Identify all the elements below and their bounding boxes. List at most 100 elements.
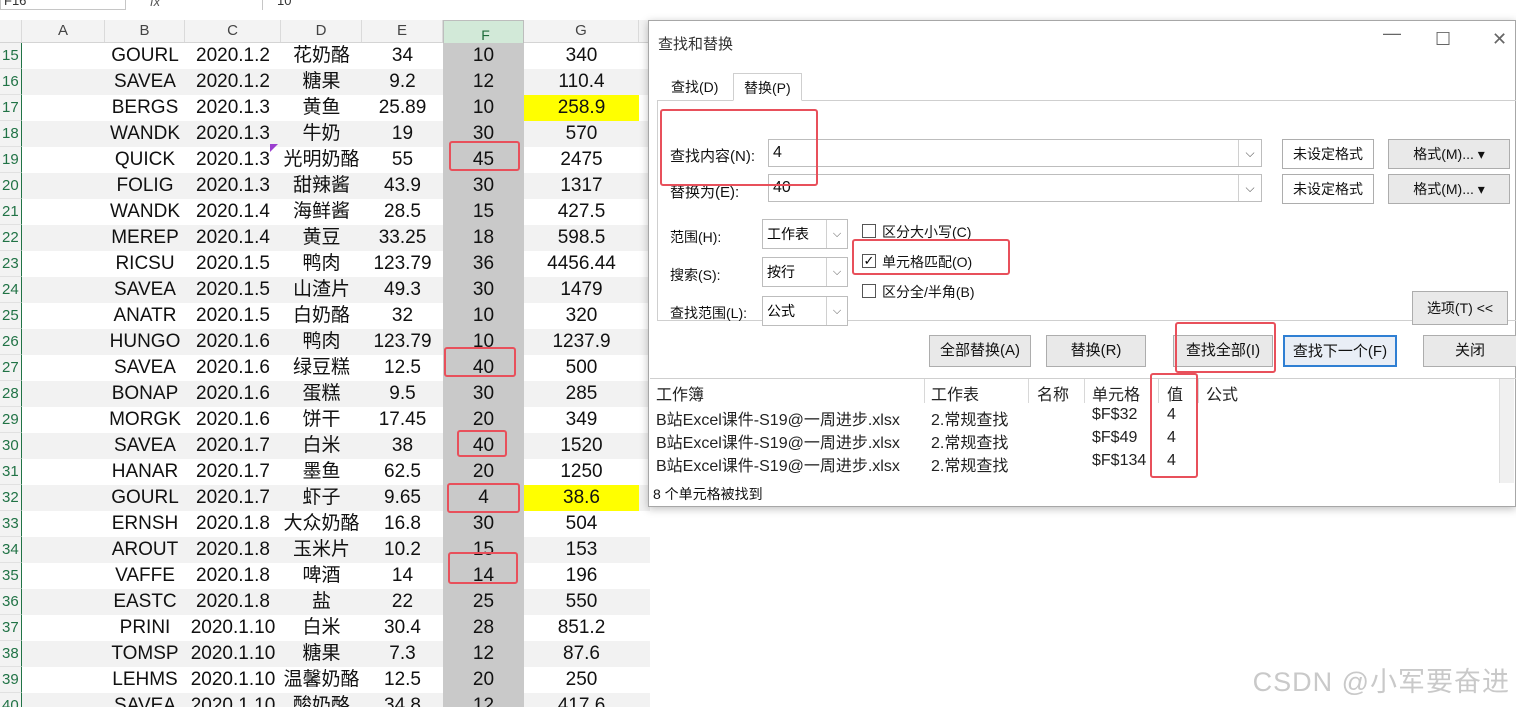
column-header-b[interactable]: B [105,20,185,42]
cell-f[interactable]: 36 [443,251,524,277]
cell-d[interactable]: 玉米片 [281,537,362,563]
cell-f[interactable]: 25 [443,589,524,615]
cell-d[interactable]: 山渣片 [281,277,362,303]
row-header[interactable]: 40 [0,693,22,707]
result-sheet[interactable]: 2.常规查找 [931,452,1008,476]
chevron-down-icon[interactable]: ⌵ [1238,175,1261,201]
cell-g[interactable]: 550 [524,589,639,615]
cell-f[interactable]: 30 [443,173,524,199]
cell-g[interactable]: 1237.9 [524,329,639,355]
cell-b[interactable]: RICSU [105,251,185,277]
result-header-formula[interactable]: 公式 [1206,381,1238,405]
cell-d[interactable]: 糖果 [281,69,362,95]
cell-g[interactable]: 4456.44 [524,251,639,277]
cell-d[interactable]: 牛奶 [281,121,362,147]
cell-b[interactable]: WANDK [105,199,185,225]
cell-g[interactable]: 1317 [524,173,639,199]
cell-e[interactable]: 34.8 [362,693,443,707]
chevron-down-icon[interactable]: ⌵ [1238,140,1261,166]
row-header[interactable]: 18 [0,121,22,147]
result-sheet[interactable]: 2.常规查找 [931,429,1008,453]
search-select[interactable]: 按行 ⌵ [762,257,848,287]
cell-e[interactable]: 33.25 [362,225,443,251]
cell-g[interactable]: 250 [524,667,639,693]
maximize-icon[interactable]: ☐ [1435,29,1451,50]
cell-e[interactable]: 32 [362,303,443,329]
cell-e[interactable]: 9.2 [362,69,443,95]
cell-c[interactable]: 2020.1.6 [185,407,281,433]
cell-c[interactable]: 2020.1.10 [185,693,281,707]
row-header[interactable]: 22 [0,225,22,251]
result-book[interactable]: B站Excel课件-S19@一周进步.xlsx [656,406,900,430]
cell-e[interactable]: 123.79 [362,251,443,277]
cell-b[interactable]: GOURL [105,485,185,511]
cell-e[interactable]: 19 [362,121,443,147]
cell-c[interactable]: 2020.1.2 [185,69,281,95]
column-header-g[interactable]: G [524,20,639,42]
row-header[interactable]: 25 [0,303,22,329]
cell-c[interactable]: 2020.1.6 [185,329,281,355]
result-sheet[interactable]: 2.常规查找 [931,406,1008,430]
cell-g[interactable]: 258.9 [524,95,639,121]
cell-d[interactable]: 糖果 [281,641,362,667]
cell-f[interactable]: 10 [443,303,524,329]
cell-c[interactable]: 2020.1.4 [185,199,281,225]
close-button[interactable]: 关闭 [1423,335,1516,367]
match-width-checkbox[interactable] [862,284,876,298]
cell-c[interactable]: 2020.1.7 [185,459,281,485]
cell-b[interactable]: HUNGO [105,329,185,355]
cell-b[interactable]: MORGK [105,407,185,433]
cell-c[interactable]: 2020.1.4 [185,225,281,251]
cell-d[interactable]: 墨鱼 [281,459,362,485]
row-header[interactable]: 19 [0,147,22,173]
results-scrollbar[interactable] [1499,379,1514,483]
cell-g[interactable]: 598.5 [524,225,639,251]
fx-icon[interactable]: fx [150,0,160,9]
cell-c[interactable]: 2020.1.3 [185,121,281,147]
cell-b[interactable]: MEREP [105,225,185,251]
cell-d[interactable]: 大众奶酪 [281,511,362,537]
cell-e[interactable]: 12.5 [362,355,443,381]
cell-b[interactable]: FOLIG [105,173,185,199]
name-box[interactable]: F16 [0,0,126,10]
cell-d[interactable]: 蛋糕 [281,381,362,407]
cell-c[interactable]: 2020.1.6 [185,355,281,381]
cell-e[interactable]: 7.3 [362,641,443,667]
cell-g[interactable]: 500 [524,355,639,381]
cell-c[interactable]: 2020.1.7 [185,433,281,459]
tab-replace[interactable]: 替换(P) [733,73,802,101]
cell-b[interactable]: WANDK [105,121,185,147]
column-header-d[interactable]: D [281,20,362,42]
cell-e[interactable]: 16.8 [362,511,443,537]
cell-e[interactable]: 123.79 [362,329,443,355]
cell-b[interactable]: SAVEA [105,69,185,95]
cell-g[interactable]: 196 [524,563,639,589]
cell-d[interactable]: 鸭肉 [281,329,362,355]
cell-c[interactable]: 2020.1.3 [185,147,281,173]
row-header[interactable]: 29 [0,407,22,433]
find-format-button[interactable]: 格式(M)... ▾ [1388,139,1510,169]
cell-g[interactable]: 38.6 [524,485,639,511]
column-header-e[interactable]: E [362,20,443,42]
cell-e[interactable]: 49.3 [362,277,443,303]
row-header[interactable]: 31 [0,459,22,485]
tab-find[interactable]: 查找(D) [661,73,728,101]
cell-e[interactable]: 62.5 [362,459,443,485]
cell-e[interactable]: 14 [362,563,443,589]
cell-b[interactable]: QUICK [105,147,185,173]
cell-f[interactable]: 28 [443,615,524,641]
result-cell[interactable]: $F$49 [1092,429,1137,447]
cell-c[interactable]: 2020.1.3 [185,173,281,199]
cell-d[interactable]: 海鲜酱 [281,199,362,225]
cell-c[interactable]: 2020.1.3 [185,95,281,121]
options-button[interactable]: 选项(T) << [1412,291,1508,325]
cell-c[interactable]: 2020.1.10 [185,667,281,693]
cell-c[interactable]: 2020.1.8 [185,537,281,563]
cell-g[interactable]: 349 [524,407,639,433]
cell-f[interactable]: 10 [443,95,524,121]
replace-with-input[interactable]: 40 ⌵ [768,174,1262,202]
cell-g[interactable]: 851.2 [524,615,639,641]
replace-format-button[interactable]: 格式(M)... ▾ [1388,174,1510,204]
result-header-sheet[interactable]: 工作表 [931,381,979,405]
cell-f[interactable]: 20 [443,667,524,693]
